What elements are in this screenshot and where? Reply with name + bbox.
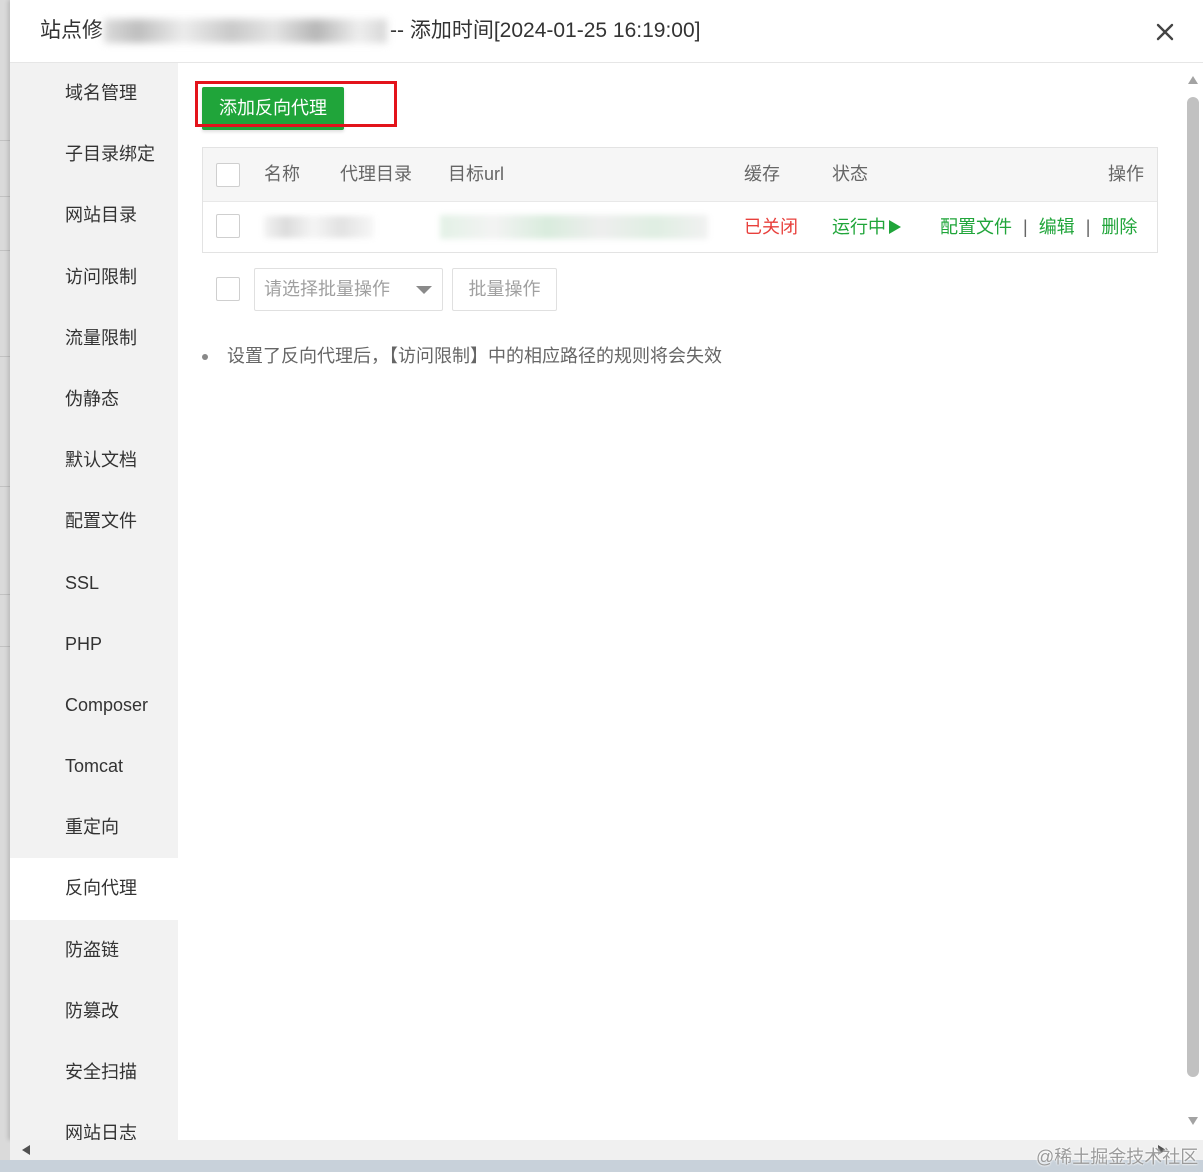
bullet-icon	[202, 354, 208, 360]
help-note: 设置了反向代理后，【访问限制】中的相应路径的规则将会失效	[202, 340, 722, 372]
title-prefix: 站点修	[40, 19, 103, 42]
column-header-target-url: 目标url	[448, 164, 505, 184]
column-header-actions: 操作	[1108, 164, 1144, 184]
sidebar-item-domain-management[interactable]: 域名管理	[10, 63, 178, 124]
batch-select-checkbox[interactable]	[216, 277, 240, 301]
sidebar-item-tamper-protection[interactable]: 防篡改	[10, 981, 178, 1042]
play-icon	[889, 220, 901, 234]
scroll-up-arrow-icon[interactable]	[1188, 76, 1198, 84]
window-bottom-edge	[0, 1160, 1203, 1172]
sidebar-item-hotlink-protection[interactable]: 防盗链	[10, 920, 178, 981]
sidebar-item-tomcat[interactable]: Tomcat	[10, 736, 178, 797]
delete-link[interactable]: 删除	[1101, 217, 1137, 237]
site-settings-dialog: 站点修 -- 添加时间[2024-01-25 16:19:00] 域名管理 子目录…	[10, 0, 1203, 1140]
sidebar-item-url-rewrite[interactable]: 伪静态	[10, 369, 178, 430]
help-note-text: 设置了反向代理后，【访问限制】中的相应路径的规则将会失效	[227, 346, 722, 366]
sidebar-item-security-scan[interactable]: 安全扫描	[10, 1042, 178, 1103]
sidebar-item-site-directory[interactable]: 网站目录	[10, 185, 178, 246]
row-actions: 配置文件 | 编辑 | 删除	[940, 202, 1137, 252]
sidebar-item-access-restriction[interactable]: 访问限制	[10, 247, 178, 308]
edit-link[interactable]: 编辑	[1039, 217, 1075, 237]
watermark: @稀土掘金技术社区	[1036, 1147, 1199, 1167]
help-notes: 设置了反向代理后，【访问限制】中的相应路径的规则将会失效	[202, 340, 722, 372]
redacted-site-name	[104, 19, 387, 44]
column-header-proxy-dir: 代理目录	[340, 164, 412, 184]
sidebar-item-composer[interactable]: Composer	[10, 675, 178, 736]
sidebar-item-config-file[interactable]: 配置文件	[10, 491, 178, 552]
reverse-proxy-panel: 添加反向代理 名称 代理目录 目标url 缓存 状态 操作 已关闭 运行中 配置…	[178, 63, 1184, 1140]
proxy-table: 名称 代理目录 目标url 缓存 状态 操作 已关闭 运行中 配置文件 | 编辑 | 删…	[202, 147, 1158, 253]
sidebar-item-subdirectory-binding[interactable]: 子目录绑定	[10, 124, 178, 185]
sidebar-item-traffic-limit[interactable]: 流量限制	[10, 308, 178, 369]
column-header-name: 名称	[264, 164, 300, 184]
title-suffix: -- 添加时间[2024-01-25 16:19:00]	[390, 19, 701, 42]
select-all-checkbox[interactable]	[216, 163, 240, 187]
sidebar-nav: 域名管理 子目录绑定 网站目录 访问限制 流量限制 伪静态 默认文档 配置文件 …	[10, 63, 178, 1140]
batch-select-placeholder: 请选择批量操作	[264, 279, 390, 299]
config-file-link[interactable]: 配置文件	[940, 217, 1012, 237]
dialog-header: 站点修 -- 添加时间[2024-01-25 16:19:00]	[10, 0, 1203, 63]
sidebar-item-ssl[interactable]: SSL	[10, 553, 178, 614]
batch-operation-button[interactable]: 批量操作	[452, 268, 557, 311]
sidebar-item-reverse-proxy[interactable]: 反向代理	[10, 858, 178, 920]
row-checkbox[interactable]	[216, 214, 240, 238]
action-separator: |	[1023, 217, 1028, 237]
sidebar-item-default-document[interactable]: 默认文档	[10, 430, 178, 491]
cache-status[interactable]: 已关闭	[744, 202, 798, 252]
column-header-status: 状态	[832, 164, 868, 184]
dialog-title: 站点修 -- 添加时间[2024-01-25 16:19:00]	[40, 0, 701, 62]
horizontal-scrollbar[interactable]	[10, 1140, 1203, 1160]
close-icon[interactable]	[1156, 23, 1174, 41]
run-status-label: 运行中	[832, 217, 886, 237]
run-status[interactable]: 运行中	[832, 202, 902, 252]
action-separator: |	[1085, 217, 1091, 237]
background-page-strip	[0, 0, 10, 1160]
sidebar-item-php[interactable]: PHP	[10, 614, 178, 675]
column-header-cache: 缓存	[744, 164, 780, 184]
sidebar-item-redirect[interactable]: 重定向	[10, 797, 178, 858]
caret-down-icon	[416, 286, 432, 294]
redacted-target-url	[440, 215, 708, 239]
redacted-name	[264, 216, 374, 238]
add-reverse-proxy-button[interactable]: 添加反向代理	[202, 87, 344, 130]
table-row: 已关闭 运行中 配置文件 | 编辑 | 删除	[203, 202, 1157, 252]
vertical-scrollbar[interactable]	[1184, 63, 1203, 1140]
sidebar-item-site-logs[interactable]: 网站日志	[10, 1103, 178, 1140]
scrollbar-thumb[interactable]	[1187, 97, 1199, 1077]
table-header: 名称 代理目录 目标url 缓存 状态 操作	[203, 148, 1157, 202]
scroll-down-arrow-icon[interactable]	[1188, 1117, 1198, 1125]
scroll-left-arrow-icon[interactable]	[22, 1145, 30, 1155]
batch-operation-select[interactable]: 请选择批量操作	[254, 268, 443, 311]
